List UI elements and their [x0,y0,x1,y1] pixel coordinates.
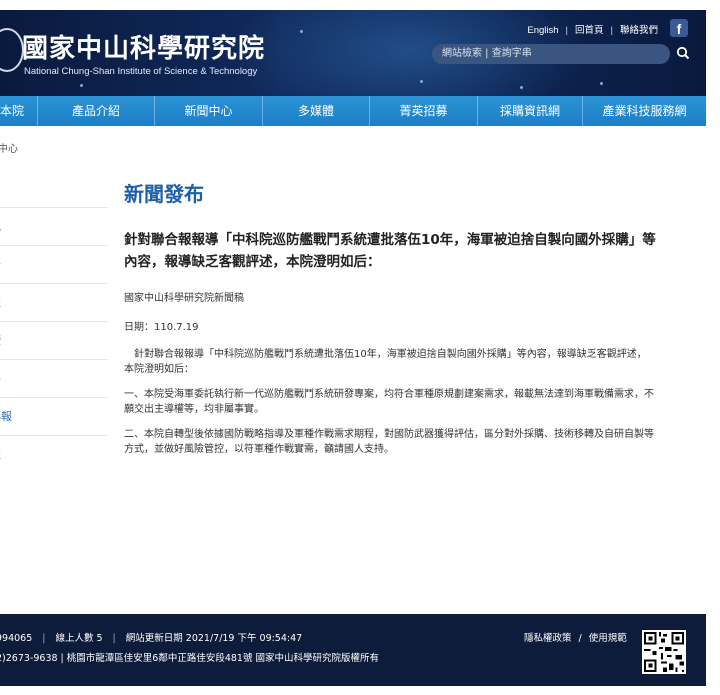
sidebar-item[interactable]: 報 [0,284,108,322]
header-sparkle [80,84,83,87]
terms-of-use-link[interactable]: 使用規範 [589,633,627,644]
article-date: 日期：110.7.19 [124,322,199,333]
last-updated: 網站更新日期 2021/7/19 下午 09:54:47 [125,633,303,644]
footer-separator: | [42,633,46,644]
search-icon[interactable] [676,46,690,60]
sidebar-item[interactable]: 報 [0,436,108,473]
sidebar: 訊 告 報 讀 路 年報 報 [0,170,108,473]
nav-item-industry-services[interactable]: 產業科技服務網 [583,96,706,126]
footer-separator: | [112,633,116,644]
link-separator: | [610,25,613,36]
sidebar-item[interactable]: 告 [0,246,108,284]
logo-emblem-icon[interactable] [0,28,24,72]
nav-item-multimedia[interactable]: 多媒體 [263,96,370,126]
header-sparkle [420,80,423,83]
link-separator: | [565,25,568,36]
header-sparkle [300,30,303,33]
home-link[interactable]: 回首頁 [575,22,604,36]
nav-item-products[interactable]: 產品介紹 [38,96,155,126]
contact-link[interactable]: 聯絡我們 [620,22,658,36]
sidebar-item[interactable] [0,170,108,208]
article-title: 針對聯合報報導「中科院巡防艦戰鬥系統遭批落伍10年，海軍被迫捨自製向國外採購」等… [124,232,656,270]
site-logo-chinese[interactable]: 國家中山科學研究院 [22,28,265,65]
site-header: 國家中山科學研究院 National Chung-Shan Institute … [0,10,706,96]
facebook-icon[interactable]: f [670,19,688,37]
site-footer: 994065 | 線上人數 5 | 網站更新日期 2021/7/19 下午 09:54:… [0,614,706,686]
english-link[interactable]: English [527,25,558,36]
article-paragraph: 二、本院自轉型後依據國防戰略指導及軍種作戰需求期程，對國防武器獲得評估，區分對外… [124,429,654,455]
visitor-count: 994065 [0,633,33,644]
top-links: English | 回首頁 | 聯絡我們 [527,22,658,36]
nav-item-careers[interactable]: 菁英招募 [370,96,478,126]
site-logo-english[interactable]: National Chung-Shan Institute of Science… [24,66,257,77]
site-search-input[interactable]: 網站檢索 | 查詢字串 [432,44,670,64]
nav-item-news[interactable]: 新聞中心 [155,96,263,126]
nav-item-procurement[interactable]: 採購資訊網 [478,96,583,126]
privacy-policy-link[interactable]: 隱私權政策 [524,633,572,644]
main-nav: 本院 產品介紹 新聞中心 多媒體 菁英招募 採購資訊網 產業科技服務網 [0,96,706,126]
footer-links: 隱私權政策 / 使用規範 [524,630,627,644]
main-content: 新聞發布 針對聯合報報導「中科院巡防艦戰鬥系統遭批落伍10年，海軍被迫捨自製向國… [124,178,656,467]
article-paragraph: 針對聯合報報導「中科院巡防艦戰鬥系統遭批落伍10年，海軍被迫捨自製向國外採購」等… [124,349,647,375]
page-title: 新聞發布 [124,182,204,206]
header-sparkle [520,86,523,89]
sidebar-item[interactable]: 路 [0,360,108,398]
article-source: 國家中山科學研究院新聞稿 [124,293,244,304]
breadcrumb[interactable]: 中心 [0,140,18,155]
sidebar-item[interactable]: 讀 [0,322,108,360]
nav-item-about[interactable]: 本院 [0,96,38,126]
footer-stats: 994065 | 線上人數 5 | 網站更新日期 2021/7/19 下午 09:54:… [0,630,302,644]
header-sparkle [600,82,603,85]
qr-code-icon[interactable] [642,630,686,674]
article-paragraph: 一、本院受海軍委託執行新一代巡防艦戰鬥系統研發專案，均符合軍種原規劃建案需求，報… [124,389,654,415]
footer-address: 2)2673-9638 | 桃園市龍潭區佳安里6鄰中正路佳安段481號 國家中山… [0,653,379,664]
footer-separator: / [578,633,582,644]
online-count: 線上人數 5 [55,633,103,644]
sidebar-item[interactable]: 訊 [0,208,108,246]
sidebar-item[interactable]: 年報 [0,398,108,436]
